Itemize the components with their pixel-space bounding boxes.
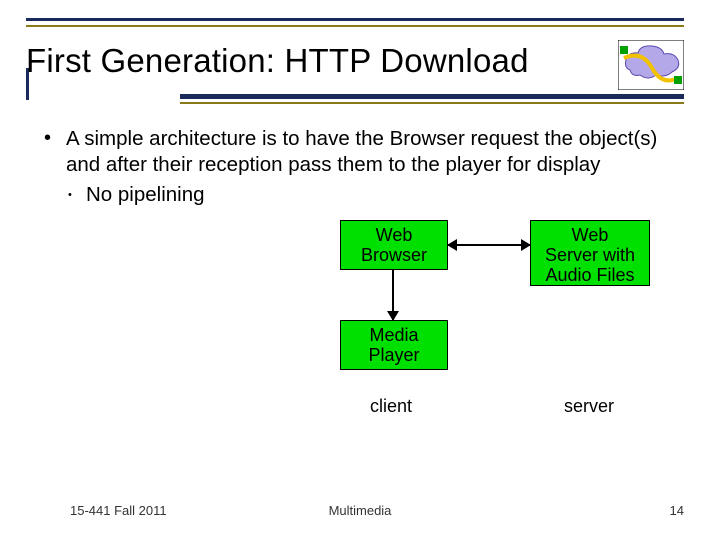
footer-page-number: 14 [670, 503, 684, 518]
node-web-browser: WebBrowser [340, 220, 448, 270]
slide-title: First Generation: HTTP Download [26, 42, 529, 80]
architecture-diagram: WebBrowser MediaPlayer WebServer withAud… [310, 220, 690, 450]
label-server: server [564, 396, 614, 417]
footer-topic: Multimedia [0, 503, 720, 518]
arrow-browser-to-player [392, 270, 394, 320]
bullet-main: A simple architecture is to have the Bro… [62, 126, 676, 178]
arrow-browser-server [448, 244, 530, 246]
title-underline [180, 94, 684, 110]
label-client: client [370, 396, 412, 417]
bullet-sub: No pipelining [62, 182, 676, 208]
left-tick-decor [26, 90, 54, 95]
top-rule [26, 18, 684, 32]
cloud-corner-icon [618, 40, 684, 90]
node-web-server: WebServer withAudio Files [530, 220, 650, 286]
node-media-player: MediaPlayer [340, 320, 448, 370]
bullet-list: A simple architecture is to have the Bro… [36, 126, 676, 209]
